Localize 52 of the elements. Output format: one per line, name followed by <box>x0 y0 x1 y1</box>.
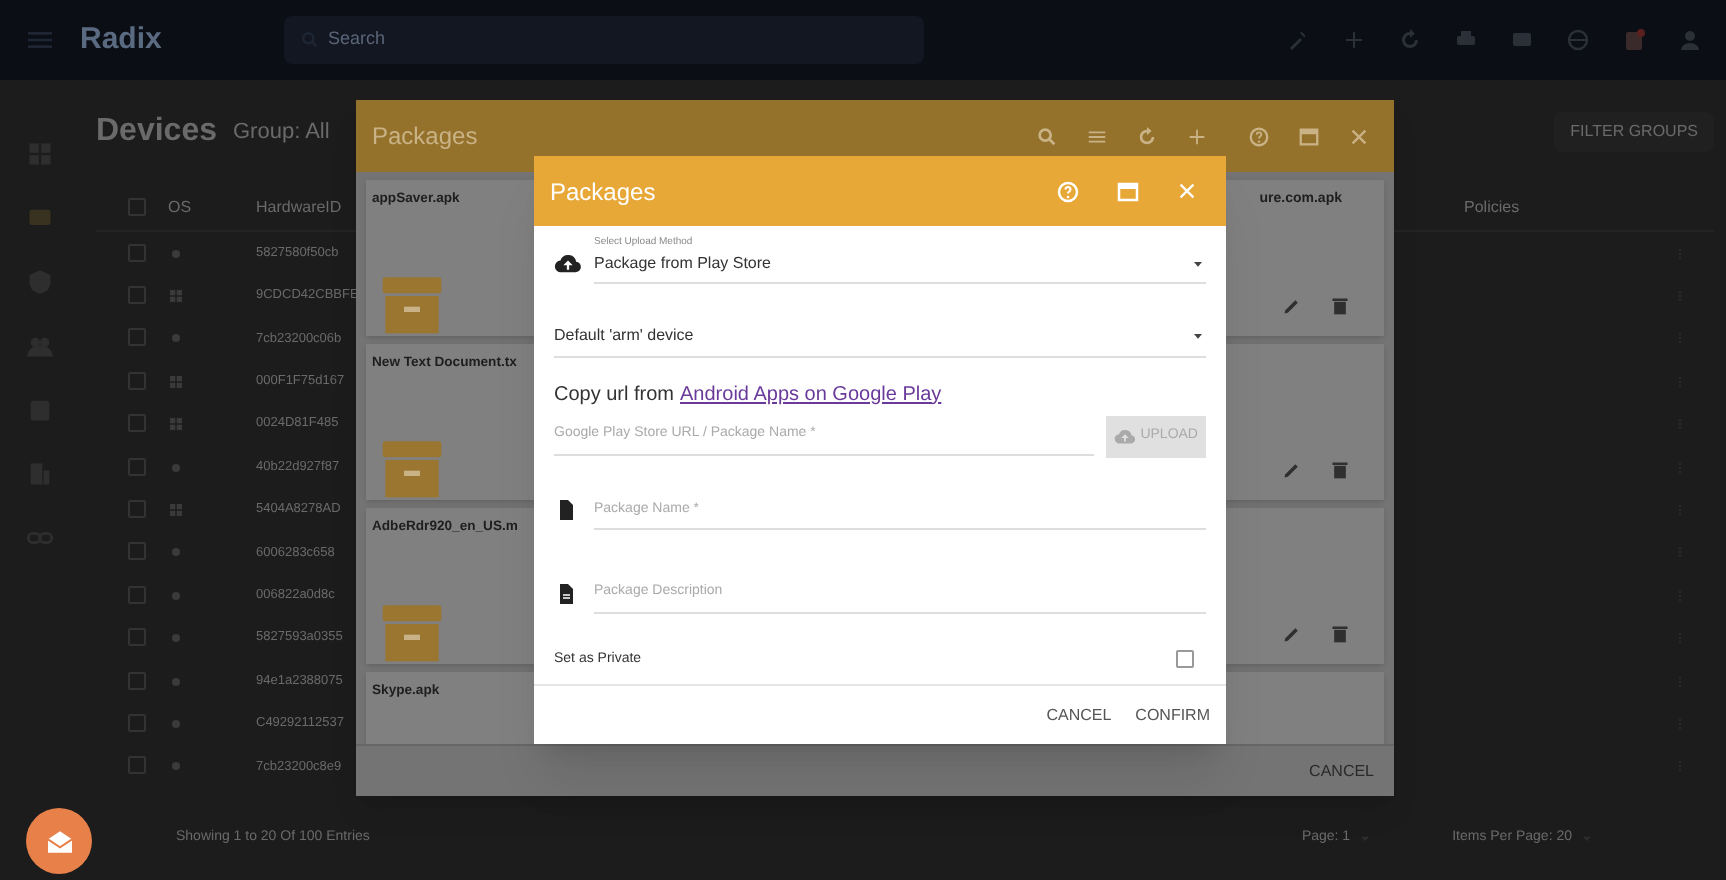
filter-groups-button[interactable]: FILTER GROUPS <box>1554 112 1714 152</box>
trash-icon[interactable] <box>1330 460 1350 480</box>
pencil-icon[interactable] <box>1282 460 1302 480</box>
trash-icon[interactable] <box>1330 296 1350 316</box>
brand-logo: Radix <box>80 19 164 60</box>
document-icon <box>554 498 578 523</box>
refresh-icon[interactable] <box>1398 28 1422 52</box>
plus-icon[interactable] <box>1186 125 1208 147</box>
cloud-upload-icon <box>554 249 582 277</box>
group-label: Group: All <box>233 117 330 148</box>
windows-icon <box>168 416 184 433</box>
cancel-button[interactable]: CANCEL <box>1301 759 1382 783</box>
user-icon[interactable] <box>1678 28 1702 52</box>
dialog-button[interactable]: CANCEL <box>1046 703 1112 727</box>
help-icon[interactable] <box>1248 125 1270 147</box>
cloud-upload-icon <box>1114 425 1137 447</box>
notification-icon[interactable] <box>1622 26 1646 54</box>
dialog-title: Packages <box>550 175 656 209</box>
dot-icon <box>168 673 184 690</box>
dialog-button[interactable]: CONFIRM <box>1135 703 1210 727</box>
document-icon <box>554 581 578 606</box>
refresh-icon[interactable] <box>1136 125 1158 147</box>
window-icon[interactable] <box>1298 125 1320 147</box>
dot-icon <box>168 587 184 604</box>
pencil-icon[interactable] <box>1282 624 1302 644</box>
search-field[interactable]: Search <box>284 16 924 64</box>
copy-url-label: Copy url from <box>554 381 675 409</box>
column-header: HardwareID <box>256 197 342 215</box>
google-play-link[interactable]: Android Apps on Google Play <box>680 379 942 409</box>
pencil-icon[interactable] <box>1282 296 1302 316</box>
windows-icon <box>168 288 184 305</box>
column-header: Policies <box>1464 195 1520 219</box>
dot-icon <box>168 544 184 561</box>
trash-icon[interactable] <box>1330 624 1350 644</box>
dot-icon <box>168 459 184 476</box>
private-checkbox[interactable] <box>1176 650 1194 669</box>
device-select[interactable]: Default 'arm' device <box>554 323 1206 357</box>
dot-icon <box>168 330 184 347</box>
windows-icon <box>168 502 184 519</box>
mail-button[interactable] <box>26 808 92 874</box>
column-header: OS <box>168 197 192 215</box>
page-title: Devices <box>96 112 217 152</box>
globe-icon[interactable] <box>1566 28 1590 52</box>
windows-icon <box>168 373 184 390</box>
panel-title: Packages <box>372 120 478 154</box>
plus-icon[interactable] <box>1342 28 1366 52</box>
dot-icon <box>168 245 184 262</box>
close-icon[interactable] <box>1348 125 1370 147</box>
dot-icon <box>168 758 184 775</box>
search-icon[interactable] <box>1036 125 1058 147</box>
dot-icon <box>168 715 184 732</box>
dot-icon <box>168 630 184 647</box>
